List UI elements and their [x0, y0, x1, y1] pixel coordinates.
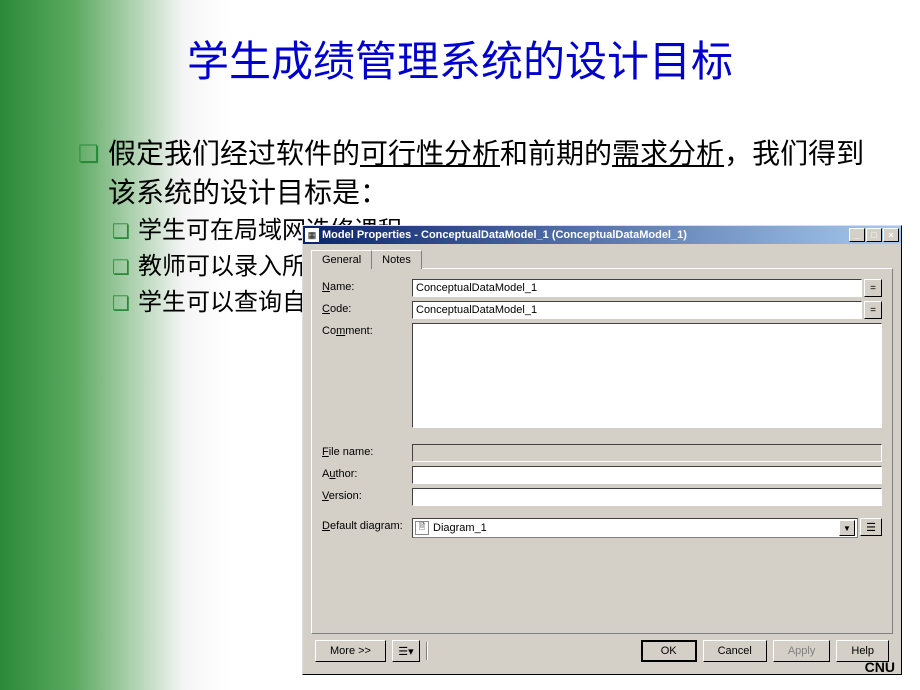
label-code: Code: — [322, 301, 412, 315]
cnu-label: CNU — [865, 659, 895, 675]
filename-input — [412, 444, 882, 462]
bullet-underline-2: 需求分析 — [612, 139, 724, 170]
tab-bar: General Notes — [311, 250, 893, 269]
comment-textarea[interactable] — [412, 323, 882, 428]
maximize-button[interactable]: □ — [866, 228, 882, 242]
ok-button[interactable]: OK — [641, 640, 697, 662]
label-default-diagram: Default diagram: — [322, 518, 412, 532]
diagram-icon: 🗎 — [415, 521, 429, 535]
dialog-title: Model Properties - ConceptualDataModel_1… — [322, 229, 849, 241]
close-button[interactable]: × — [883, 228, 899, 242]
default-diagram-select[interactable]: 🗎 Diagram_1 ▼ — [412, 518, 858, 538]
name-input[interactable] — [412, 279, 862, 297]
label-version: Version: — [322, 488, 412, 502]
titlebar[interactable]: ▦ Model Properties - ConceptualDataModel… — [303, 226, 901, 244]
author-input[interactable] — [412, 466, 882, 484]
tab-notes[interactable]: Notes — [371, 250, 422, 269]
bullet-main: 假定我们经过软件的可行性分析和前期的需求分析，我们得到该系统的设计目标是： — [78, 135, 870, 213]
name-eq-button[interactable]: = — [864, 279, 882, 297]
label-author: Author: — [322, 466, 412, 480]
cancel-button[interactable]: Cancel — [703, 640, 767, 662]
bullet-underline-1: 可行性分析 — [360, 139, 500, 170]
bullet-text-1: 假定我们经过软件的 — [108, 139, 360, 170]
label-filename: File name: — [322, 444, 412, 458]
tab-general[interactable]: General — [311, 250, 372, 269]
model-properties-dialog: ▦ Model Properties - ConceptualDataModel… — [302, 225, 902, 675]
code-input[interactable] — [412, 301, 862, 319]
more-button[interactable]: More >> — [315, 640, 386, 662]
diagram-properties-button[interactable]: ☰ — [860, 518, 882, 536]
version-input[interactable] — [412, 488, 882, 506]
list-icon-button[interactable]: ☰▾ — [392, 640, 420, 662]
code-eq-button[interactable]: = — [864, 301, 882, 319]
separator — [426, 642, 428, 660]
label-comment: Comment: — [322, 323, 412, 337]
dialog-icon: ▦ — [305, 228, 319, 242]
default-diagram-value: Diagram_1 — [433, 522, 839, 534]
bullet-text-2: 和前期的 — [500, 139, 612, 170]
label-name: Name: — [322, 279, 412, 293]
button-bar: More >> ☰▾ OK Cancel Apply Help — [311, 634, 893, 668]
minimize-button[interactable]: _ — [849, 228, 865, 242]
apply-button[interactable]: Apply — [773, 640, 831, 662]
slide-title: 学生成绩管理系统的设计目标 — [0, 0, 920, 89]
diagram-dropdown-arrow[interactable]: ▼ — [839, 520, 855, 536]
tab-panel-general: Name: = Code: = Comment: File name: Auth… — [311, 268, 893, 634]
